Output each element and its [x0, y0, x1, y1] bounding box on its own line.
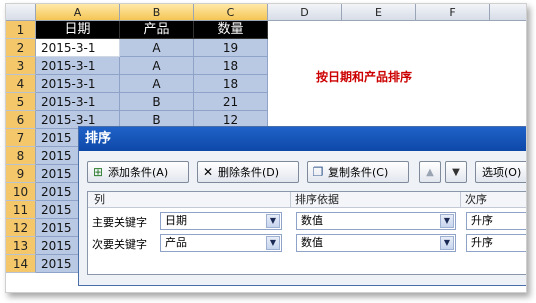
app-window: A B C D E F 1 2 3 4 5 6 7 8 9 10 11 12 1…: [5, 3, 527, 293]
add-level-icon: ⊞: [92, 165, 104, 179]
move-down-button[interactable]: ▼: [445, 161, 467, 183]
primary-key-label: 主要关键字: [92, 216, 147, 229]
table-cell[interactable]: 2015-3-1: [36, 75, 120, 93]
copy-icon: ❐: [312, 165, 324, 179]
sort-on-header: 排序依据: [290, 192, 460, 208]
move-up-button[interactable]: ▲: [419, 161, 441, 183]
dialog-title: 排序: [79, 127, 526, 151]
primary-order-value: 升序: [471, 214, 493, 227]
column-header: 列: [88, 192, 290, 208]
secondary-sort-on-select[interactable]: 数值 ▼: [296, 234, 456, 252]
sort-dialog: 排序 ⊞ 添加条件(A) ✕ 删除条件(D) ❐ 复制条件(C) ▲ ▼ 选项(…: [78, 126, 526, 286]
secondary-column-select[interactable]: 产品 ▼: [160, 234, 282, 252]
row-header[interactable]: 4: [6, 75, 36, 93]
sort-instruction-note: 按日期和产品排序: [316, 70, 413, 84]
table-header-cell[interactable]: 日期: [36, 21, 120, 39]
row-header[interactable]: 2: [6, 39, 36, 57]
table-cell[interactable]: A: [120, 39, 194, 57]
order-header: 次序: [460, 192, 526, 208]
table-header-cell[interactable]: 产品: [120, 21, 194, 39]
secondary-sort-on-value: 数值: [301, 236, 323, 249]
primary-column-value: 日期: [165, 214, 187, 227]
column-header-a[interactable]: A: [36, 4, 120, 21]
delete-level-button[interactable]: ✕ 删除条件(D): [197, 161, 299, 183]
delete-level-label: 删除条件(D): [218, 166, 280, 179]
chevron-down-icon: ▼: [266, 236, 280, 250]
secondary-key-label: 次要关键字: [92, 238, 147, 251]
column-header-c[interactable]: C: [194, 4, 268, 21]
column-header-f[interactable]: F: [416, 4, 490, 21]
up-arrow-icon: ▲: [426, 167, 434, 178]
copy-level-button[interactable]: ❐ 复制条件(C): [307, 161, 409, 183]
primary-column-select[interactable]: 日期 ▼: [160, 212, 282, 230]
row-header[interactable]: 14: [6, 255, 36, 273]
column-header-g: [490, 4, 526, 21]
down-arrow-icon: ▼: [452, 167, 460, 178]
delete-x-icon: ✕: [202, 165, 214, 179]
row-header[interactable]: 8: [6, 147, 36, 165]
table-cell[interactable]: 18: [194, 57, 268, 75]
add-level-button[interactable]: ⊞ 添加条件(A): [87, 161, 189, 183]
primary-sort-on-value: 数值: [301, 214, 323, 227]
row-header[interactable]: 1: [6, 21, 36, 39]
primary-order-select[interactable]: 升序: [466, 212, 526, 230]
table-cell[interactable]: B: [120, 93, 194, 111]
add-level-label: 添加条件(A): [108, 166, 169, 179]
copy-level-label: 复制条件(C): [328, 166, 389, 179]
sort-levels-grid: 列 排序依据 次序 主要关键字 日期 ▼ 数值 ▼ 升序 次要关键字 产品 ▼ …: [87, 191, 526, 275]
chevron-down-icon: ▼: [266, 214, 280, 228]
select-all-corner[interactable]: [6, 4, 36, 21]
table-header-cell[interactable]: 数量: [194, 21, 268, 39]
row-header[interactable]: 5: [6, 93, 36, 111]
column-header-e[interactable]: E: [342, 4, 416, 21]
row-header[interactable]: 11: [6, 201, 36, 219]
table-cell[interactable]: 19: [194, 39, 268, 57]
primary-sort-on-select[interactable]: 数值 ▼: [296, 212, 456, 230]
table-cell[interactable]: 2015-3-1: [36, 57, 120, 75]
secondary-column-value: 产品: [165, 236, 187, 249]
dialog-toolbar: ⊞ 添加条件(A) ✕ 删除条件(D) ❐ 复制条件(C) ▲ ▼ 选项(O): [87, 161, 526, 185]
chevron-down-icon: ▼: [440, 236, 454, 250]
table-cell[interactable]: 2015-3-1: [36, 39, 120, 57]
table-cell[interactable]: 18: [194, 75, 268, 93]
row-header[interactable]: 7: [6, 129, 36, 147]
column-header-b[interactable]: B: [120, 4, 194, 21]
row-header[interactable]: 13: [6, 237, 36, 255]
chevron-down-icon: ▼: [440, 214, 454, 228]
table-cell[interactable]: A: [120, 57, 194, 75]
options-label: 选项(O): [482, 166, 522, 179]
row-header[interactable]: 9: [6, 165, 36, 183]
row-header[interactable]: 6: [6, 111, 36, 129]
secondary-order-select[interactable]: 升序: [466, 234, 526, 252]
secondary-order-value: 升序: [471, 236, 493, 249]
table-cell[interactable]: A: [120, 75, 194, 93]
row-header[interactable]: 12: [6, 219, 36, 237]
table-cell[interactable]: 2015-3-1: [36, 93, 120, 111]
row-header[interactable]: 3: [6, 57, 36, 75]
column-header-d[interactable]: D: [268, 4, 342, 21]
row-header[interactable]: 10: [6, 183, 36, 201]
table-cell[interactable]: 21: [194, 93, 268, 111]
options-button[interactable]: 选项(O): [475, 161, 526, 183]
